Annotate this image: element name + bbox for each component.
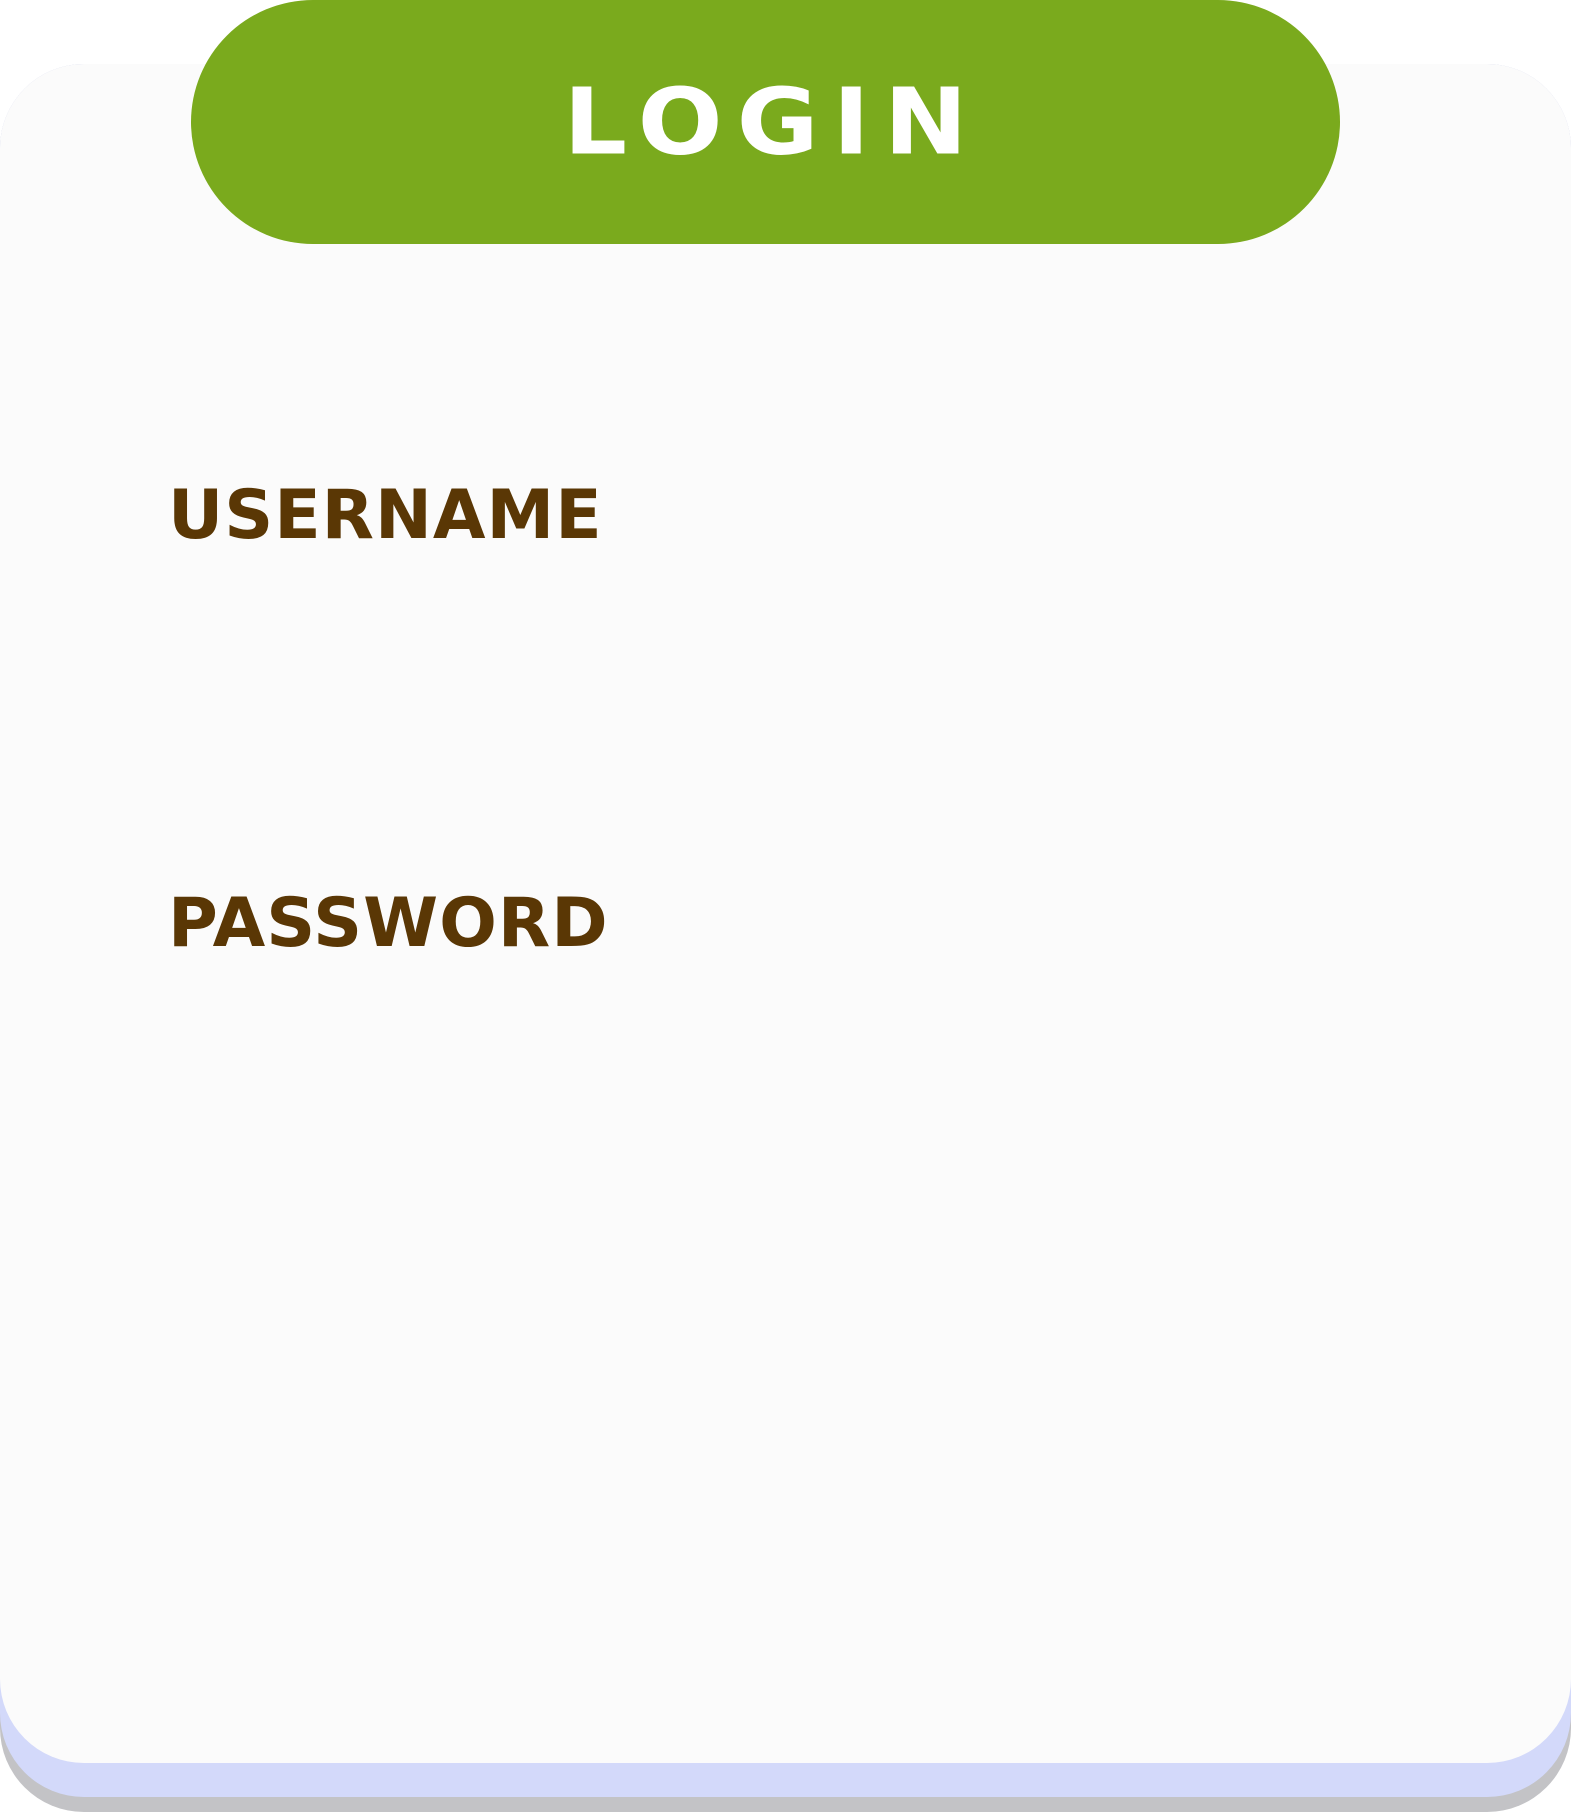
page-title: LOGIN bbox=[563, 67, 982, 176]
login-screen: LOGIN USERNAME PASSWORD bbox=[0, 0, 1571, 1812]
username-label: USERNAME bbox=[168, 476, 603, 555]
title-banner: LOGIN bbox=[191, 0, 1340, 244]
username-field[interactable] bbox=[168, 580, 1403, 690]
password-label: PASSWORD bbox=[168, 884, 609, 963]
password-field[interactable] bbox=[168, 990, 1403, 1100]
